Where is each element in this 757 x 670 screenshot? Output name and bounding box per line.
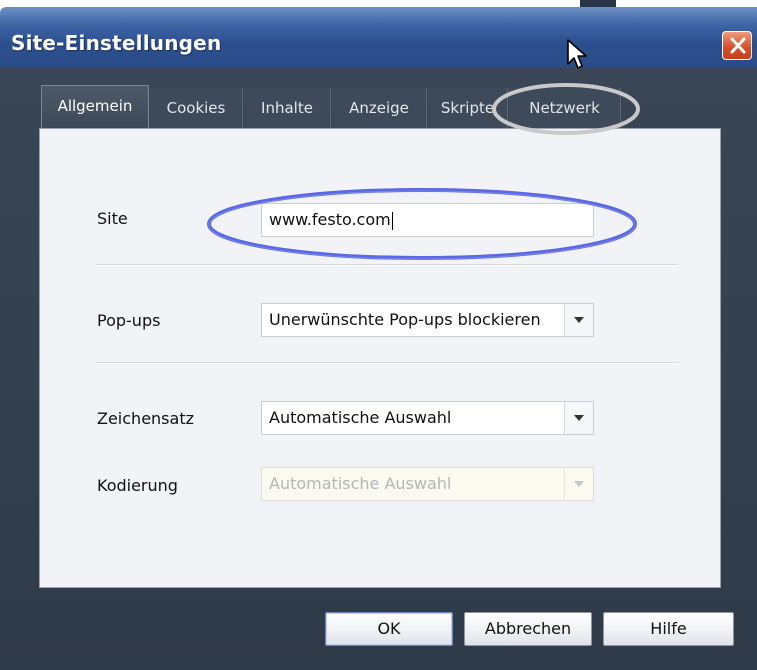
- popups-select[interactable]: Unerwünschte Pop-ups blockieren: [261, 303, 594, 337]
- site-label: Site: [97, 209, 128, 228]
- tab-allgemein[interactable]: Allgemein: [41, 85, 149, 129]
- tab-label: Anzeige: [349, 99, 409, 117]
- title-bar[interactable]: Site-Einstellungen: [0, 7, 757, 68]
- encoding-select-value: Automatische Auswahl: [269, 474, 452, 493]
- popups-dropdown-button[interactable]: [564, 304, 593, 336]
- charset-select[interactable]: Automatische Auswahl: [261, 401, 594, 435]
- charset-dropdown-button[interactable]: [564, 402, 593, 434]
- tab-skripte[interactable]: Skripte: [428, 88, 508, 128]
- ok-button[interactable]: OK: [325, 612, 453, 646]
- help-button[interactable]: Hilfe: [603, 612, 734, 646]
- tab-label: Inhalte: [261, 99, 313, 117]
- site-settings-dialog: Site-Einstellungen Allgemein Cookies Inh…: [0, 0, 757, 670]
- chevron-down-icon: [574, 415, 584, 421]
- mouse-pointer-icon: [567, 39, 587, 69]
- cancel-button[interactable]: Abbrechen: [464, 612, 592, 646]
- general-tab-panel: [39, 128, 721, 588]
- close-button[interactable]: [722, 31, 752, 60]
- charset-label: Zeichensatz: [97, 409, 194, 428]
- top-strip: [0, 0, 757, 7]
- separator: [96, 362, 678, 364]
- background-fragment: [580, 0, 616, 7]
- charset-select-value: Automatische Auswahl: [269, 408, 452, 427]
- chevron-down-icon: [574, 481, 584, 487]
- encoding-select: Automatische Auswahl: [261, 467, 594, 501]
- tab-netzwerk[interactable]: Netzwerk: [509, 88, 621, 128]
- close-x-icon: [730, 37, 746, 54]
- text-caret: [391, 211, 393, 230]
- site-input-value: www.festo.com: [269, 210, 391, 229]
- tab-anzeige[interactable]: Anzeige: [332, 88, 427, 128]
- tab-label: Cookies: [166, 99, 226, 117]
- window-title: Site-Einstellungen: [11, 31, 222, 55]
- site-input[interactable]: www.festo.com: [261, 203, 594, 237]
- tab-label: Skripte: [440, 99, 495, 117]
- popups-select-value: Unerwünschte Pop-ups blockieren: [269, 310, 541, 329]
- encoding-dropdown-button: [564, 468, 593, 500]
- tab-label: Netzwerk: [529, 99, 600, 117]
- tab-label: Allgemein: [57, 97, 133, 115]
- tab-cookies[interactable]: Cookies: [150, 88, 243, 128]
- encoding-label: Kodierung: [97, 476, 178, 495]
- separator: [96, 264, 678, 266]
- tab-inhalte[interactable]: Inhalte: [244, 88, 331, 128]
- popups-label: Pop-ups: [97, 311, 161, 330]
- chevron-down-icon: [574, 317, 584, 323]
